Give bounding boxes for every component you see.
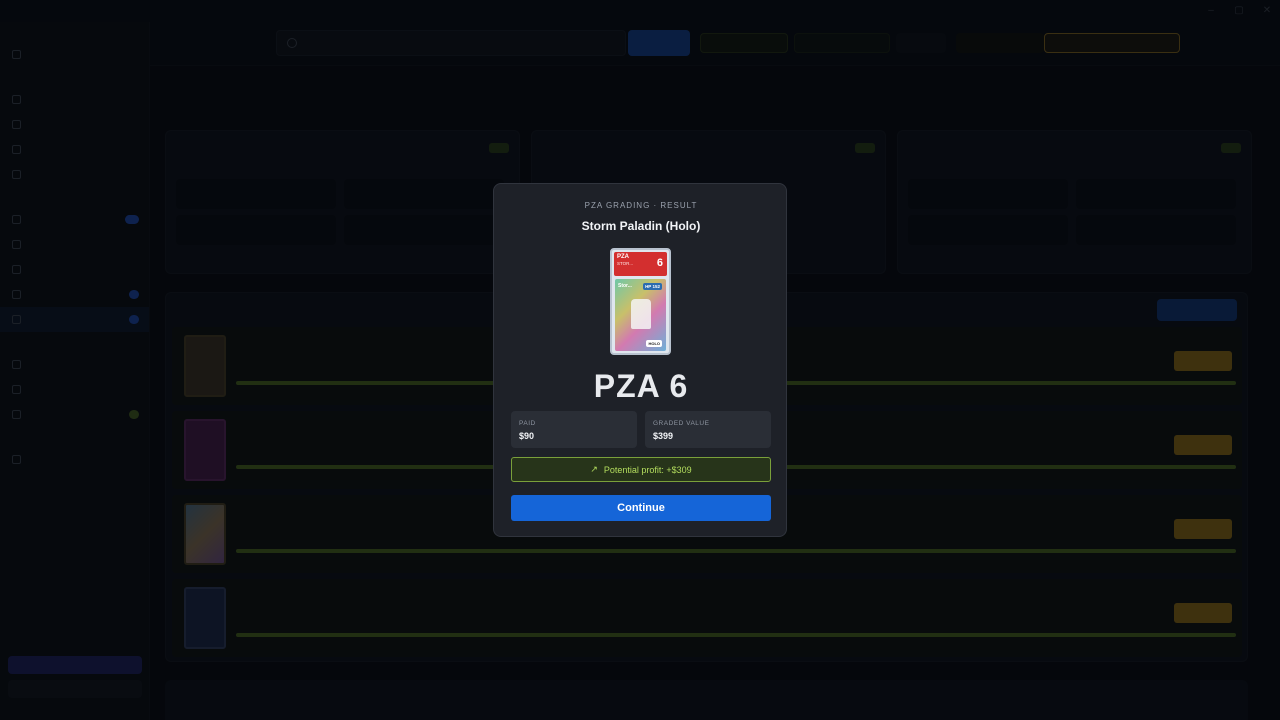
profit-banner: ↗ Potential profit: +$309	[511, 457, 771, 482]
paid-label: PAID	[519, 420, 536, 427]
slab-grade: 6	[656, 257, 663, 269]
graded-value-box: GRADED VALUE $399	[645, 411, 771, 448]
graded-value: $399	[653, 431, 674, 441]
graded-card-slab: PZA STOR... 6 Stor... HP 152 HOLO	[610, 248, 671, 355]
paid-value: $90	[519, 431, 535, 441]
profit-text: Potential profit: +$309	[603, 464, 692, 475]
trending-up-icon: ↗	[590, 464, 598, 474]
slab-card-name: STOR...	[617, 261, 634, 266]
card-figure-image	[631, 299, 651, 329]
card-artwork: Stor... HP 152 HOLO	[615, 279, 666, 351]
graded-value-label: GRADED VALUE	[653, 420, 710, 427]
holo-badge: HOLO	[646, 340, 662, 347]
card-name: Storm Paladin (Holo)	[581, 219, 701, 233]
app-window: – ▢ ✕	[0, 0, 1280, 720]
art-hp: HP 152	[643, 283, 662, 290]
art-card-name: Stor...	[618, 283, 632, 289]
grade-result: PZA 6	[593, 368, 689, 404]
slab-label: PZA STOR... 6	[614, 252, 667, 276]
slab-brand: PZA	[617, 254, 629, 260]
paid-box: PAID $90	[511, 411, 637, 448]
grading-result-modal: PZA GRADING · RESULT Storm Paladin (Holo…	[493, 183, 787, 537]
modal-caption: PZA GRADING · RESULT	[584, 201, 698, 210]
continue-button[interactable]: Continue	[511, 495, 771, 521]
